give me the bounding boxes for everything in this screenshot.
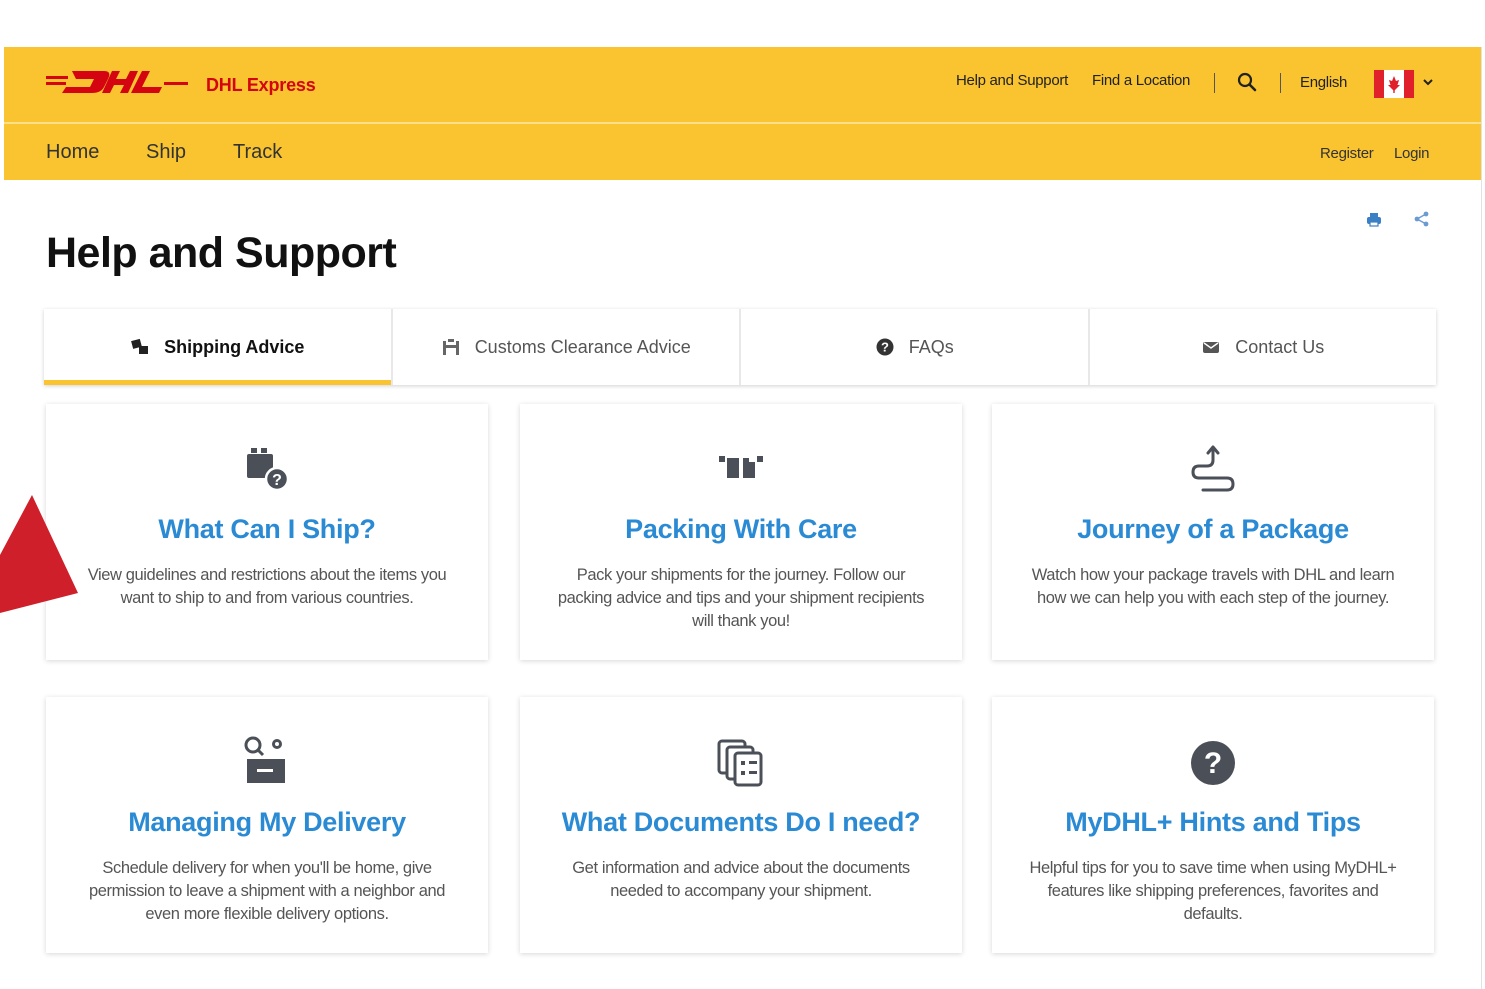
card-journey-of-a-package[interactable]: Journey of a Package Watch how your pack…: [992, 404, 1434, 660]
card-title[interactable]: What Can I Ship?: [46, 514, 488, 545]
red-arrow-annotation: [0, 495, 78, 613]
help-circle-icon: ?: [1191, 741, 1235, 785]
main-nav-bar: Home Ship Track Register Login: [4, 124, 1481, 180]
svg-text:?: ?: [1204, 747, 1222, 780]
divider: [1214, 73, 1215, 93]
svg-text:?: ?: [272, 472, 282, 489]
card-description: Watch how your package travels with DHL …: [1031, 566, 1395, 607]
help-support-link[interactable]: Help and Support: [956, 72, 1068, 89]
envelope-icon: [1203, 342, 1220, 353]
find-location-link[interactable]: Find a Location: [1092, 72, 1190, 89]
dhl-logo[interactable]: [46, 67, 188, 97]
card-mydhl-hints-tips[interactable]: ? MyDHL+ Hints and Tips Helpful tips for…: [992, 697, 1434, 953]
browser-page: DHL Express Help and Support Find a Loca…: [4, 47, 1482, 989]
documents-icon: [717, 739, 763, 787]
nav-track[interactable]: Track: [233, 141, 282, 164]
help-tabs: Shipping Advice Customs Clearance Advice…: [44, 309, 1436, 385]
search-icon[interactable]: [1236, 71, 1258, 93]
brand-name[interactable]: DHL Express: [206, 75, 316, 96]
card-what-can-i-ship[interactable]: ? What Can I Ship? View guidelines and r…: [46, 404, 488, 660]
login-link[interactable]: Login: [1394, 145, 1430, 162]
tab-label: Contact Us: [1235, 336, 1325, 357]
print-icon[interactable]: [1364, 209, 1384, 229]
package-question-icon: ?: [247, 448, 290, 492]
card-description: Pack your shipments for the journey. Fol…: [557, 566, 925, 630]
card-title[interactable]: Managing My Delivery: [46, 807, 488, 838]
divider: [1280, 73, 1281, 93]
card-description: Schedule delivery for when you'll be hom…: [88, 859, 446, 923]
nav-ship[interactable]: Ship: [146, 141, 186, 164]
tab-shipping-advice[interactable]: Shipping Advice: [44, 309, 393, 385]
tab-label: Shipping Advice: [164, 336, 305, 357]
customs-icon: [442, 339, 459, 355]
top-utility-bar: DHL Express Help and Support Find a Loca…: [4, 47, 1481, 124]
card-description: Get information and advice about the doc…: [572, 859, 910, 900]
route-icon: [1191, 445, 1235, 492]
tab-customs-clearance-advice[interactable]: Customs Clearance Advice: [393, 309, 741, 385]
card-packing-with-care[interactable]: Packing With Care Pack your shipments fo…: [520, 404, 962, 660]
tab-contact-us[interactable]: Contact Us: [1090, 309, 1437, 385]
page-title: Help and Support: [46, 229, 397, 277]
svg-text:?: ?: [881, 340, 889, 355]
card-title[interactable]: MyDHL+ Hints and Tips: [992, 807, 1434, 838]
canada-flag-icon[interactable]: [1374, 70, 1414, 98]
share-icon[interactable]: [1412, 209, 1432, 229]
card-title[interactable]: Packing With Care: [520, 514, 962, 545]
card-description: Helpful tips for you to save time when u…: [1029, 859, 1397, 923]
chevron-down-icon[interactable]: [1422, 76, 1434, 88]
tab-label: FAQs: [908, 336, 954, 357]
card-description: View guidelines and restrictions about t…: [87, 566, 447, 607]
card-what-documents[interactable]: What Documents Do I need? Get informatio…: [520, 697, 962, 953]
tab-faqs[interactable]: ? FAQs: [741, 309, 1090, 385]
packing-icon: [719, 454, 763, 482]
nav-home[interactable]: Home: [46, 141, 99, 164]
register-link[interactable]: Register: [1320, 145, 1374, 162]
card-title[interactable]: Journey of a Package: [992, 514, 1434, 545]
card-title[interactable]: What Documents Do I need?: [520, 807, 962, 838]
tab-label: Customs Clearance Advice: [474, 336, 691, 357]
language-selector[interactable]: English: [1300, 74, 1347, 91]
delivery-settings-icon: [244, 736, 285, 783]
boxes-icon: [131, 338, 149, 354]
card-managing-my-delivery[interactable]: Managing My Delivery Schedule delivery f…: [46, 697, 488, 953]
question-icon: ?: [876, 338, 894, 356]
